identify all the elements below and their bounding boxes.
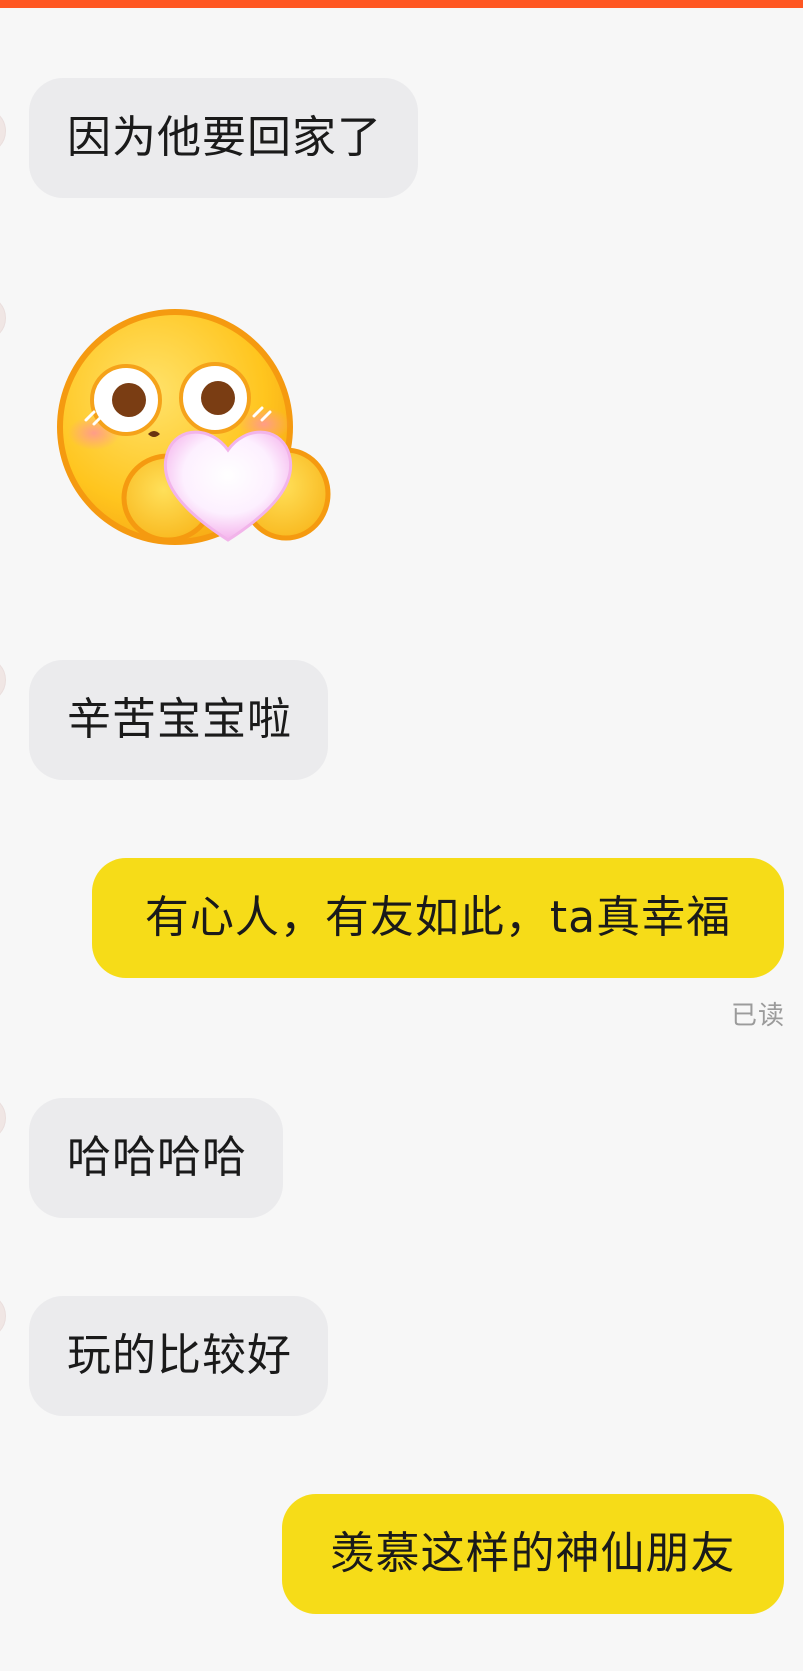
incoming-message-bubble[interactable]: 玩的比较好	[29, 1296, 328, 1416]
incoming-message-bubble[interactable]: 哈哈哈哈	[29, 1098, 283, 1218]
sender-avatar[interactable]	[0, 657, 6, 703]
incoming-message-bubble[interactable]: 辛苦宝宝啦	[29, 660, 328, 780]
outgoing-message-bubble[interactable]: 有心人，有友如此，ta真幸福	[92, 858, 784, 978]
message-text: 玩的比较好	[67, 1330, 292, 1381]
outgoing-message-bubble[interactable]: 羡慕这样的神仙朋友	[282, 1494, 784, 1614]
message-text: 因为他要回家了	[67, 112, 382, 163]
blushing-face-holding-heart-sticker[interactable]	[56, 308, 348, 586]
message-text: 羡慕这样的神仙朋友	[330, 1528, 736, 1579]
message-text: 有心人，有友如此，ta真幸福	[144, 892, 732, 943]
message-text: 哈哈哈哈	[67, 1132, 247, 1183]
sender-avatar[interactable]	[0, 108, 6, 154]
sender-avatar[interactable]	[0, 1293, 6, 1339]
sender-avatar[interactable]	[0, 1095, 6, 1141]
sticker-icon	[57, 309, 331, 545]
chat-screen: 因为他要回家了 辛苦宝宝啦 有心人，有友如此，ta真幸福 已读 哈哈哈哈 玩的比…	[0, 0, 803, 1671]
read-receipt: 已读	[730, 1001, 785, 1031]
sender-avatar[interactable]	[0, 295, 6, 341]
incoming-message-bubble[interactable]: 因为他要回家了	[29, 78, 418, 198]
top-accent-bar	[0, 0, 803, 8]
message-text: 辛苦宝宝啦	[67, 694, 292, 745]
